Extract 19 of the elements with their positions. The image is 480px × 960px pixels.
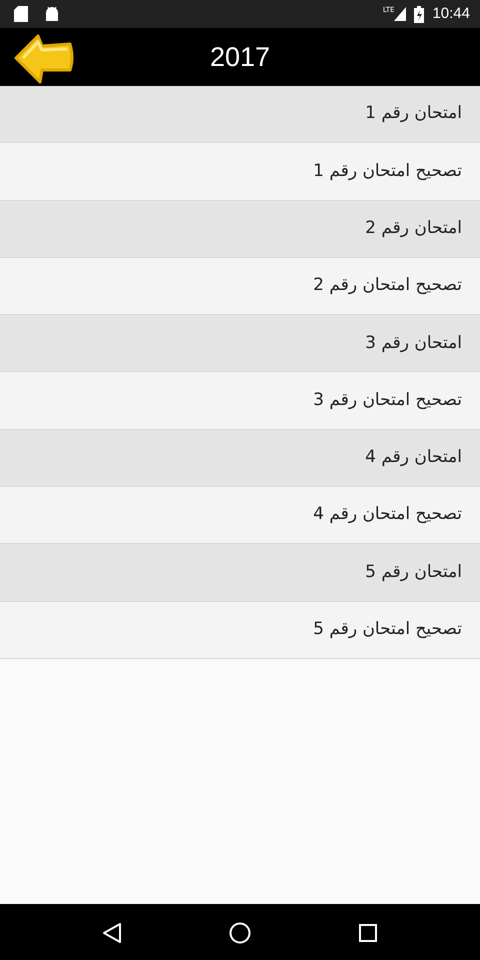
android-icon: [44, 6, 60, 22]
list-item[interactable]: امتحان رقم 3: [365, 330, 462, 356]
back-button[interactable]: [12, 32, 76, 84]
list-item[interactable]: امتحان رقم 5: [365, 560, 462, 586]
list-item[interactable]: تصحيح امتحان رقم 5: [313, 617, 462, 643]
sd-card-icon: [14, 6, 28, 22]
list-item[interactable]: امتحان رقم 4: [365, 445, 462, 471]
battery-charging-icon: [414, 6, 424, 22]
list-item[interactable]: امتحان رقم 1: [365, 101, 462, 127]
signal-icon: [394, 7, 406, 21]
list-item[interactable]: تصحيح امتحان رقم 1: [313, 158, 462, 184]
list-item[interactable]: امتحان رقم 2: [365, 216, 462, 242]
list-item[interactable]: تصحيح امتحان رقم 3: [313, 388, 462, 414]
back-nav-button[interactable]: [102, 920, 122, 944]
clock-text: 10:44: [432, 4, 470, 24]
home-nav-button[interactable]: [228, 920, 251, 944]
list-item[interactable]: تصحيح امتحان رقم 2: [313, 273, 462, 299]
header-title: 2017: [210, 40, 270, 74]
list-item[interactable]: تصحيح امتحان رقم 4: [313, 502, 462, 528]
